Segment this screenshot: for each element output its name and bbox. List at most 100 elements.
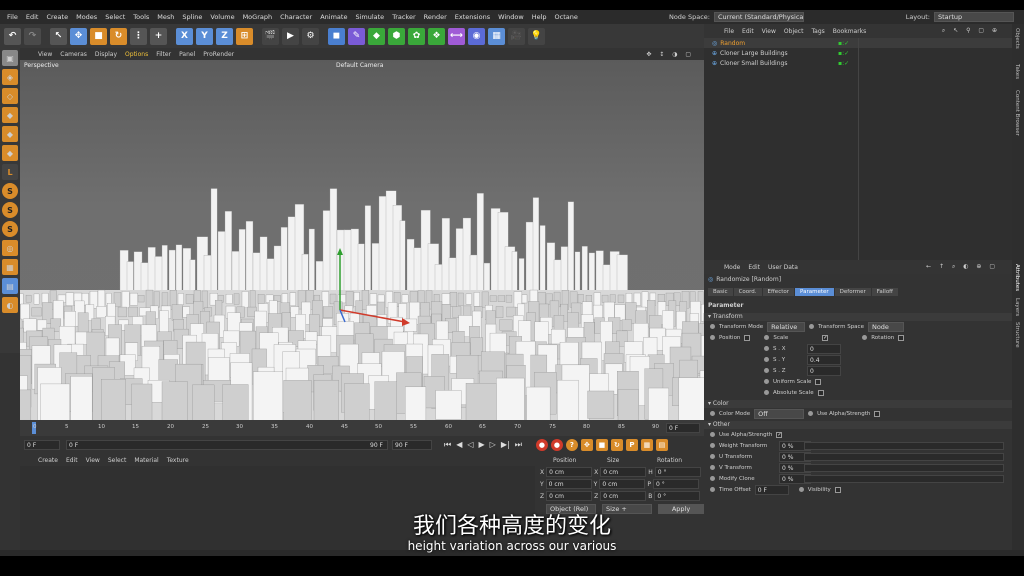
rotation-checkbox[interactable] [898, 334, 905, 341]
scale-z-field[interactable]: 0 [807, 365, 841, 376]
side-tab-takes[interactable]: Takes [1014, 64, 1020, 79]
timeline-window-icon[interactable]: ▤ [655, 439, 668, 451]
animate-dot-icon[interactable] [710, 476, 715, 481]
animate-dot-icon[interactable] [764, 368, 769, 373]
obj-menu-bookmarks[interactable]: Bookmarks [829, 28, 871, 35]
texture-mode-icon[interactable]: ◇ [2, 88, 18, 104]
grid-icon[interactable]: ▦ [2, 259, 18, 275]
menu-volume[interactable]: Volume [206, 13, 238, 21]
viewport-nav-icon[interactable]: ✥ ↕ ◑ ▢ [642, 51, 698, 58]
position-z-field[interactable]: 0 cm [546, 491, 593, 501]
obj-search-icon[interactable]: ⌕ ↖ ⚲ ▢ ⊕ [938, 27, 1004, 35]
viewport-menu-prorender[interactable]: ProRender [199, 51, 238, 58]
menu-animate[interactable]: Animate [316, 13, 351, 21]
menu-help[interactable]: Help [528, 13, 551, 21]
pen-icon[interactable]: ✎ [348, 27, 365, 45]
menu-file[interactable]: File [3, 13, 22, 21]
weight-transform-slider[interactable] [804, 441, 1004, 450]
absolute-scale-checkbox[interactable] [817, 389, 824, 396]
size-y-field[interactable]: 0 cm [599, 479, 646, 489]
menu-simulate[interactable]: Simulate [351, 13, 388, 21]
animate-dot-icon[interactable] [710, 335, 715, 340]
other-alpha-checkbox[interactable]: ✓ [776, 431, 783, 438]
animate-dot-icon[interactable] [808, 411, 814, 416]
viewport-menu-panel[interactable]: Panel [175, 51, 199, 58]
recent-tools-icon[interactable]: ⋮ [130, 27, 147, 45]
visibility-checkbox[interactable] [834, 486, 841, 493]
obj-menu-view[interactable]: View [758, 28, 780, 35]
start-frame-field[interactable]: 0 F [24, 440, 60, 450]
param-key-icon[interactable]: P [625, 439, 638, 451]
animate-dot-icon[interactable] [798, 487, 804, 492]
modify-clone-slider[interactable] [804, 474, 1004, 483]
select-tool-icon[interactable]: ↖ [50, 27, 67, 45]
axis-x-button[interactable]: X [176, 27, 193, 45]
scale-tool-icon[interactable]: ■ [90, 27, 107, 45]
timeline-ruler[interactable]: 0 5 10 15 20 25 30 35 40 45 50 55 60 65 … [20, 420, 704, 436]
range-slider[interactable]: 0 F 90 F [66, 440, 388, 450]
material-menu-view[interactable]: View [82, 457, 104, 464]
transform-space-dropdown[interactable]: Node [867, 321, 904, 332]
visibility-check-icon[interactable]: ▪:✓ [838, 40, 849, 47]
axis-mode-icon[interactable]: L [2, 164, 18, 180]
previous-key-icon[interactable]: ◀ [456, 440, 462, 450]
material-menu-edit[interactable]: Edit [62, 457, 82, 464]
scale-x-field[interactable]: 0 [807, 343, 841, 354]
obj-menu-object[interactable]: Object [780, 28, 808, 35]
axis-y-button[interactable]: Y [196, 27, 213, 45]
menu-character[interactable]: Character [276, 13, 316, 21]
scale-checkbox[interactable]: ✓ [822, 334, 829, 341]
field-icon[interactable]: ◉ [468, 27, 485, 45]
go-to-end-icon[interactable]: ⏭ [515, 440, 522, 450]
camera-icon[interactable]: 🎥 [508, 27, 525, 45]
end-frame-field[interactable]: 90 F [392, 440, 432, 450]
viewport-menu-cameras[interactable]: Cameras [56, 51, 91, 58]
uniform-scale-checkbox[interactable] [815, 378, 822, 385]
position-checkbox[interactable] [744, 334, 751, 341]
cloner-icon[interactable]: ⬢ [388, 27, 405, 45]
model-mode-icon[interactable]: ◈ [2, 69, 18, 85]
rotation-b-field[interactable]: 0 ° [654, 491, 701, 501]
node-space-dropdown[interactable]: Current (Standard/Physical) [714, 12, 804, 22]
position-y-field[interactable]: 0 cm [545, 479, 592, 489]
menu-extensions[interactable]: Extensions [451, 13, 494, 21]
other-section-header[interactable]: ▾ Other [704, 421, 1012, 429]
side-tab-objects[interactable]: Objects [1014, 28, 1020, 49]
3d-viewport[interactable]: Perspective Default Camera [20, 60, 704, 420]
object-name-cloner-small[interactable]: Cloner Small Buildings [720, 60, 787, 67]
rotation-h-field[interactable]: 0 ° [654, 467, 701, 477]
menu-mesh[interactable]: Mesh [153, 13, 178, 21]
rotation-key-icon[interactable]: ↻ [610, 439, 623, 451]
locked-workplane-icon[interactable]: ◐ [2, 297, 18, 313]
material-menu-select[interactable]: Select [104, 457, 131, 464]
attr-menu-mode[interactable]: Mode [720, 264, 744, 271]
material-menu-create[interactable]: Create [34, 457, 62, 464]
size-x-field[interactable]: 0 cm [600, 467, 647, 477]
cube-icon[interactable]: ◼ [328, 27, 345, 45]
object-name-cloner-large[interactable]: Cloner Large Buildings [720, 50, 788, 57]
deformer-icon[interactable]: ⟷ [448, 27, 465, 45]
viewport-menu-options[interactable]: Options [121, 51, 152, 58]
animate-dot-icon[interactable] [710, 443, 715, 448]
coordinate-system-icon[interactable]: ⊞ [236, 27, 253, 45]
mograph-icon[interactable]: ✿ [408, 27, 425, 45]
size-z-field[interactable]: 0 cm [600, 491, 647, 501]
side-tab-attributes[interactable]: Attributes [1014, 264, 1020, 291]
transform-section-header[interactable]: ▾ Transform [704, 313, 1012, 321]
obj-menu-edit[interactable]: Edit [738, 28, 758, 35]
menu-edit[interactable]: Edit [22, 13, 43, 21]
attr-nav-icon[interactable]: ← ↑ ⌕ ◐ ⊕ ▢ [922, 263, 1002, 271]
workplane-icon[interactable]: ◎ [2, 240, 18, 256]
animate-dot-icon[interactable] [710, 324, 715, 329]
menu-tracker[interactable]: Tracker [388, 13, 419, 21]
axis-z-button[interactable]: Z [216, 27, 233, 45]
keyframe-selection-icon[interactable]: ? [565, 439, 578, 451]
animate-dot-icon[interactable] [809, 324, 815, 329]
layout-dropdown[interactable]: Startup [934, 12, 1014, 22]
animate-dot-icon[interactable] [710, 454, 715, 459]
points-mode-icon[interactable]: ◆ [2, 107, 18, 123]
autokey-icon[interactable]: ● [550, 439, 563, 451]
animate-dot-icon[interactable] [862, 335, 868, 340]
position-key-icon[interactable]: ✥ [580, 439, 593, 451]
floor-icon[interactable]: ▦ [488, 27, 505, 45]
